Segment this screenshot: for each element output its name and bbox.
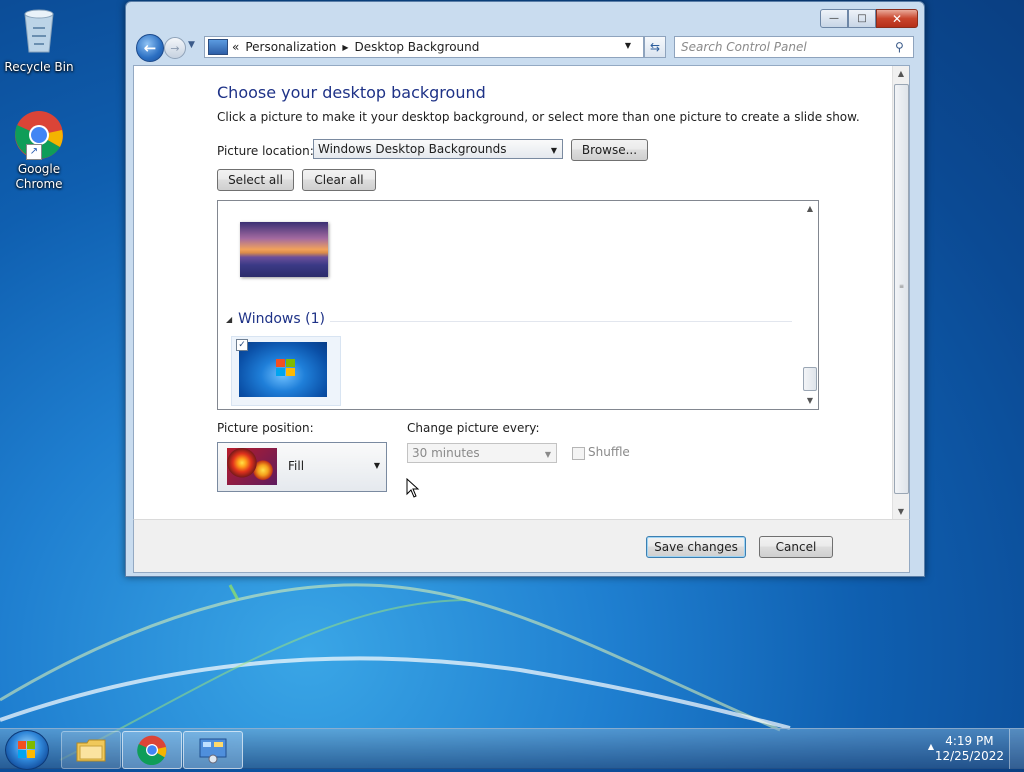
gallery-group-title: Windows (1): [238, 311, 325, 327]
taskbar-chrome[interactable]: [122, 731, 182, 769]
address-dropdown-icon[interactable]: ▼: [625, 41, 631, 50]
wallpaper-thumbnail-landscape[interactable]: [240, 222, 328, 277]
maximize-button[interactable]: □: [848, 9, 876, 28]
forward-button[interactable]: →: [164, 37, 186, 59]
breadcrumb-separator-icon[interactable]: ▶: [342, 43, 348, 52]
page-description: Click a picture to make it your desktop …: [217, 110, 860, 124]
navigation-bar: ← → ▼ « Personalization ▶ Desktop Backgr…: [134, 34, 916, 62]
control-panel-icon: [199, 738, 227, 764]
picture-location-value: Windows Desktop Backgrounds: [318, 142, 507, 156]
refresh-icon: ⇆: [649, 40, 661, 54]
gallery-group-header[interactable]: ◢ Windows (1): [226, 311, 325, 327]
show-hidden-icons-icon[interactable]: ▲: [928, 742, 934, 751]
clock-date: 12/25/2022: [934, 749, 1004, 763]
scroll-up-icon[interactable]: ▲: [802, 201, 818, 217]
gallery-scroll-thumb[interactable]: [803, 367, 817, 391]
picture-position-value: Fill: [288, 459, 305, 473]
chrome-label: Google Chrome: [15, 162, 63, 191]
close-button[interactable]: ✕: [876, 9, 918, 28]
shortcut-arrow-icon: ↗: [26, 144, 42, 160]
minimize-button[interactable]: —: [820, 9, 848, 28]
content-scroll-thumb[interactable]: ≡: [894, 84, 909, 494]
refresh-button[interactable]: ⇆: [644, 36, 666, 58]
back-button[interactable]: ←: [136, 34, 164, 62]
wallpaper-checkbox[interactable]: ✓: [236, 339, 248, 351]
windows-orb-icon: [18, 741, 35, 758]
chrome-icon: ↗: [14, 110, 64, 160]
chevron-down-icon: ▼: [373, 461, 380, 470]
windows-logo-icon: [276, 359, 295, 376]
scroll-down-icon[interactable]: ▼: [802, 393, 818, 409]
address-bar[interactable]: « Personalization ▶ Desktop Background ▼: [204, 36, 644, 58]
collapse-triangle-icon[interactable]: ◢: [226, 315, 232, 324]
save-changes-button[interactable]: Save changes: [646, 536, 746, 558]
clock-time: 4:19 PM: [945, 734, 994, 748]
chevron-down-icon: ▼: [550, 146, 557, 155]
recycle-bin-label: Recycle Bin: [4, 60, 74, 74]
change-picture-label: Change picture every:: [407, 421, 540, 435]
scroll-grip-icon: ≡: [899, 283, 905, 290]
desktop-icon-recycle-bin[interactable]: Recycle Bin: [2, 6, 76, 75]
change-interval-value: 30 minutes: [412, 446, 480, 460]
page-title: Choose your desktop background: [217, 83, 486, 102]
taskbar: ▲ 4:19 PM 12/25/2022: [0, 728, 1024, 770]
desktop-icon-google-chrome[interactable]: ↗ Google Chrome: [2, 110, 76, 192]
search-icon[interactable]: ⚲: [895, 41, 907, 53]
folder-icon: [76, 739, 106, 762]
taskbar-explorer[interactable]: [61, 731, 121, 769]
address-overflow-chevron[interactable]: «: [232, 40, 239, 54]
wallpaper-thumbnail-windows[interactable]: [239, 342, 327, 397]
browse-button[interactable]: Browse...: [571, 139, 648, 161]
scroll-up-icon[interactable]: ▲: [893, 66, 909, 82]
picture-location-select[interactable]: Windows Desktop Backgrounds ▼: [313, 139, 563, 159]
shuffle-checkbox[interactable]: [572, 447, 585, 460]
button-bar: Save changes Cancel: [133, 519, 910, 573]
breadcrumb-personalization[interactable]: Personalization: [245, 40, 336, 54]
window-controls: — □ ✕: [820, 9, 918, 28]
content-scrollbar[interactable]: ▲ ≡ ▼: [892, 66, 909, 520]
gallery-scrollbar[interactable]: ▲ ▼: [802, 201, 818, 409]
search-input[interactable]: Search Control Panel: [681, 40, 895, 54]
wallpaper-item-windows[interactable]: ✓: [231, 336, 341, 406]
chrome-icon: [137, 735, 167, 765]
mouse-cursor-icon: [406, 478, 420, 498]
taskbar-control-panel[interactable]: [183, 731, 243, 769]
start-button[interactable]: [5, 730, 49, 770]
recycle-bin-icon: [2, 6, 76, 58]
search-box[interactable]: Search Control Panel ⚲: [674, 36, 914, 58]
cancel-button[interactable]: Cancel: [759, 536, 833, 558]
shuffle-label: Shuffle: [588, 445, 630, 459]
desktop-background-window: — □ ✕ ← → ▼ « Personalization ▶ Desktop …: [125, 1, 925, 577]
content-pane: Choose your desktop background Click a p…: [133, 65, 910, 520]
back-arrow-icon: ←: [143, 39, 157, 57]
scroll-down-icon[interactable]: ▼: [893, 504, 909, 520]
position-preview-image: [227, 448, 277, 485]
picture-position-select[interactable]: Fill ▼: [217, 442, 387, 492]
show-desktop-button[interactable]: [1009, 729, 1024, 769]
recent-pages-dropdown[interactable]: ▼: [188, 40, 195, 50]
picture-gallery: ◢ Windows (1) ✓ ▲ ▼: [217, 200, 819, 410]
breadcrumb-desktop-background[interactable]: Desktop Background: [354, 40, 479, 54]
control-panel-icon: [208, 39, 228, 55]
system-clock[interactable]: 4:19 PM 12/25/2022: [935, 734, 1004, 764]
clear-all-button[interactable]: Clear all: [302, 169, 376, 191]
chevron-down-icon: ▼: [544, 450, 551, 459]
picture-position-label: Picture position:: [217, 421, 314, 435]
change-interval-select[interactable]: 30 minutes ▼: [407, 443, 557, 463]
select-all-button[interactable]: Select all: [217, 169, 294, 191]
forward-arrow-icon: →: [170, 41, 180, 55]
picture-location-label: Picture location:: [217, 144, 314, 158]
group-divider: [330, 321, 792, 322]
